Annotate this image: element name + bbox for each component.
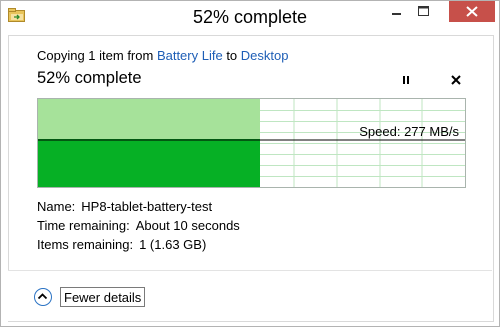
time-remaining-value: About 10 seconds — [135, 218, 240, 233]
speed-value: 277 MB/s — [404, 124, 459, 139]
pause-icon — [403, 76, 409, 84]
collapse-details-button[interactable] — [34, 288, 52, 306]
name-row: Name: HP8-tablet-battery-test — [37, 199, 240, 218]
fewer-details-button[interactable]: Fewer details — [60, 287, 146, 307]
destination-folder-link[interactable]: Desktop — [241, 48, 289, 63]
title-bar[interactable]: 52% complete — [1, 1, 499, 35]
progress-fill-upper — [38, 99, 260, 139]
close-button[interactable] — [449, 1, 495, 22]
copy-status-line: Copying 1 item from Battery Life to Desk… — [37, 48, 288, 63]
stop-icon — [451, 75, 461, 85]
copy-dialog-window: 52% complete Copying 1 item from Battery… — [0, 0, 500, 327]
copy-middle-text: to — [222, 48, 241, 63]
maximize-button[interactable] — [410, 1, 437, 24]
close-icon — [466, 6, 478, 17]
copy-details: Name: HP8-tablet-battery-test Time remain… — [37, 199, 240, 256]
dialog-footer: Fewer details — [8, 270, 492, 321]
transfer-speed-graph: Speed: 277 MB/s — [37, 98, 466, 188]
chevron-up-icon — [37, 293, 48, 300]
minimize-button[interactable] — [383, 1, 410, 24]
time-remaining-label: Time remaining: — [37, 218, 130, 233]
source-folder-link[interactable]: Battery Life — [157, 48, 223, 63]
items-remaining-row: Items remaining: 1 (1.63 GB) — [37, 237, 240, 256]
items-remaining-label: Items remaining: — [37, 237, 134, 252]
progress-heading: 52% complete — [37, 69, 142, 87]
copy-prefix-text: Copying 1 item from — [37, 48, 157, 63]
items-remaining-value: 1 (1.63 GB) — [139, 237, 207, 252]
name-value: HP8-tablet-battery-test — [81, 199, 213, 214]
time-remaining-row: Time remaining: About 10 seconds — [37, 218, 240, 237]
speed-graph-canvas — [38, 99, 465, 187]
cancel-copy-button[interactable] — [449, 73, 463, 87]
pause-button[interactable] — [398, 72, 414, 88]
minimize-icon — [392, 13, 401, 15]
speed-readout: Speed: 277 MB/s — [359, 124, 459, 139]
name-label: Name: — [37, 199, 76, 214]
maximize-icon — [418, 6, 429, 16]
speed-label: Speed: — [359, 124, 401, 139]
progress-fill-lower — [38, 139, 260, 187]
